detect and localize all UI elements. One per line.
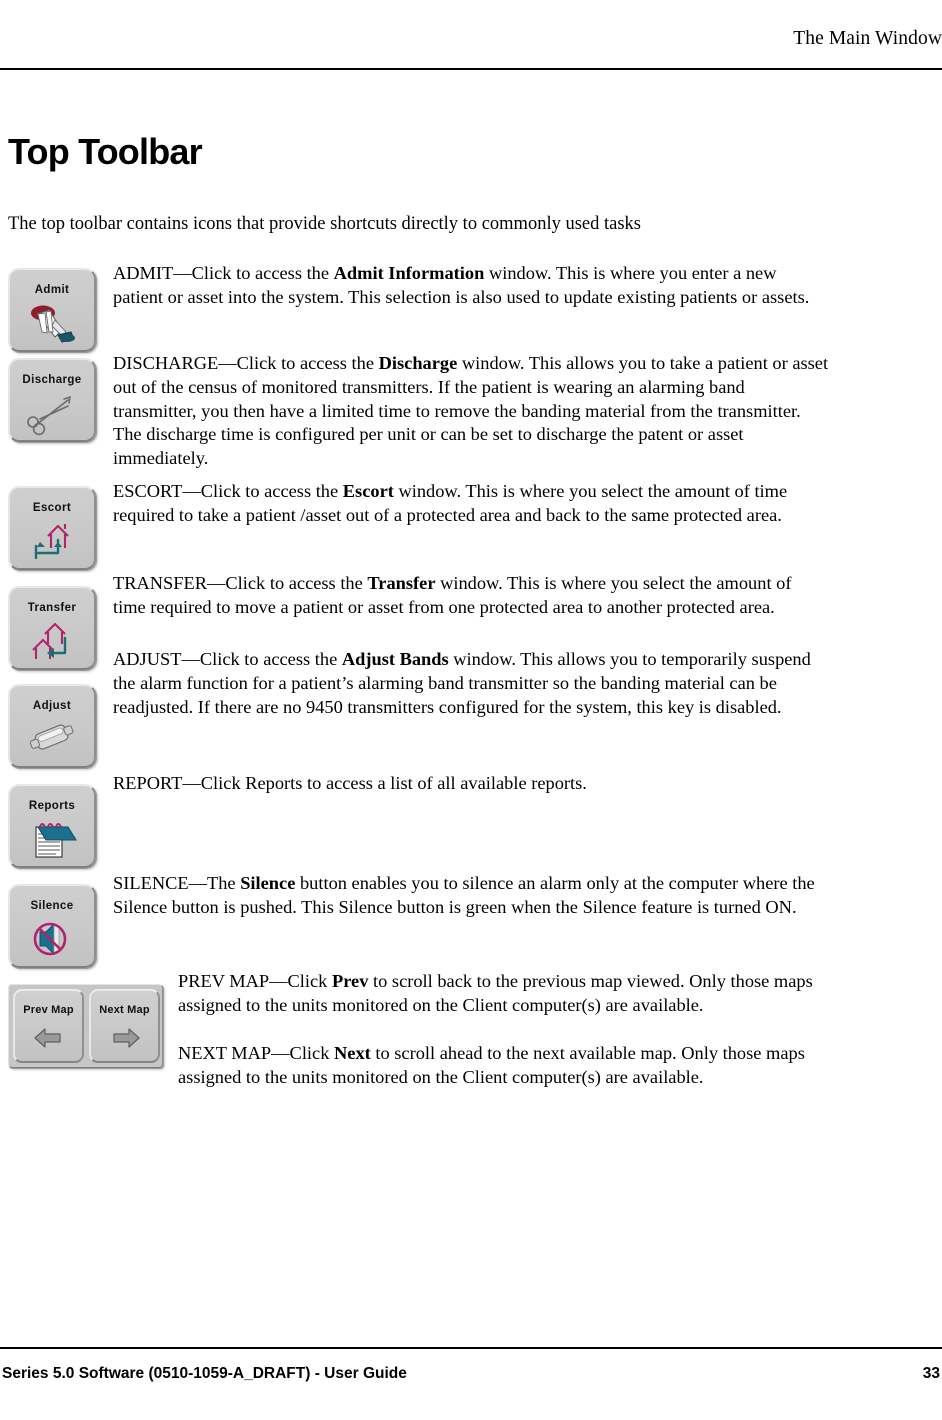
reports-button-label: Reports	[28, 800, 76, 812]
next-map-description: NEXT MAP—Click Next to scroll ahead to t…	[178, 1042, 828, 1090]
notepad-icon	[10, 818, 94, 866]
reports-button[interactable]: Reports	[8, 784, 96, 868]
intro-paragraph: The top toolbar contains icons that prov…	[8, 214, 641, 234]
next-map-text-1: NEXT MAP—Click	[178, 1043, 334, 1063]
transfer-description: TRANSFER—Click to access the Transfer wi…	[113, 572, 813, 620]
escort-button[interactable]: Escort	[8, 486, 96, 570]
discharge-bold-1: Discharge	[378, 353, 458, 373]
discharge-description: DISCHARGE—Click to access the Discharge …	[113, 352, 829, 471]
admit-button-label: Admit	[34, 284, 70, 296]
header-rule	[0, 68, 942, 71]
prev-map-button-label: Prev Map	[23, 1004, 74, 1016]
transfer-button[interactable]: Transfer	[8, 586, 96, 670]
footer-document-title: Series 5.0 Software (0510-1059-A_DRAFT) …	[2, 1365, 407, 1382]
next-map-button[interactable]: Next Map	[89, 989, 160, 1063]
report-description: REPORT—Click Reports to access a list of…	[113, 772, 813, 796]
arrow-right-icon	[91, 1023, 158, 1059]
adjust-description: ADJUST—Click to access the Adjust Bands …	[113, 648, 827, 719]
page-header: The Main Window	[0, 28, 942, 68]
map-navigation-button-group: Prev Map Next Map	[8, 984, 163, 1068]
silence-button[interactable]: Silence	[8, 884, 96, 968]
discharge-text-1: DISCHARGE—Click to access the	[113, 353, 379, 373]
discharge-button[interactable]: Discharge	[8, 358, 96, 442]
hand-pointing-icon	[10, 302, 94, 350]
running-head: The Main Window	[793, 28, 942, 49]
admit-text-1: ADMIT—Click to access the	[113, 263, 334, 283]
silence-text-1: SILENCE—The	[113, 873, 241, 893]
page-title: Top Toolbar	[8, 131, 203, 172]
house-round-trip-arrow-icon	[10, 520, 94, 568]
scissors-icon	[10, 392, 94, 440]
escort-button-label: Escort	[32, 502, 72, 514]
document-page: The Main Window Top Toolbar The top tool…	[0, 0, 942, 1420]
two-houses-arrow-icon	[10, 620, 94, 668]
silence-description: SILENCE—The Silence button enables you t…	[113, 872, 829, 920]
next-map-bold-1: Next	[334, 1043, 371, 1063]
arrow-left-icon	[15, 1023, 82, 1059]
page-number: 33	[922, 1365, 940, 1382]
escort-bold-1: Escort	[342, 481, 394, 501]
escort-description: ESCORT—Click to access the Escort window…	[113, 480, 813, 528]
admit-bold-1: Admit Information	[333, 263, 485, 283]
escort-text-1: ESCORT—Click to access the	[113, 481, 343, 501]
footer-rule	[0, 1347, 942, 1350]
transfer-bold-1: Transfer	[367, 573, 436, 593]
transfer-text-1: TRANSFER—Click to access the	[113, 573, 368, 593]
transfer-button-label: Transfer	[27, 602, 77, 614]
adjust-button-label: Adjust	[32, 700, 72, 712]
silence-bold-1: Silence	[240, 873, 296, 893]
band-transmitter-icon	[10, 718, 94, 766]
report-text-1: REPORT—Click Reports to access a list of…	[113, 773, 587, 793]
prev-map-description: PREV MAP—Click Prev to scroll back to th…	[178, 970, 828, 1018]
adjust-button[interactable]: Adjust	[8, 684, 96, 768]
adjust-text-1: ADJUST—Click to access the	[113, 649, 342, 669]
next-map-button-label: Next Map	[99, 1004, 150, 1016]
admit-description: ADMIT—Click to access the Admit Informat…	[113, 262, 827, 310]
prev-map-button[interactable]: Prev Map	[13, 989, 84, 1063]
prev-map-bold-1: Prev	[331, 971, 369, 991]
speaker-muted-icon	[10, 918, 94, 966]
admit-button[interactable]: Admit	[8, 268, 96, 352]
discharge-button-label: Discharge	[22, 374, 82, 386]
prev-map-text-1: PREV MAP—Click	[178, 971, 332, 991]
adjust-bold-1: Adjust Bands	[341, 649, 449, 669]
silence-button-label: Silence	[30, 900, 74, 912]
